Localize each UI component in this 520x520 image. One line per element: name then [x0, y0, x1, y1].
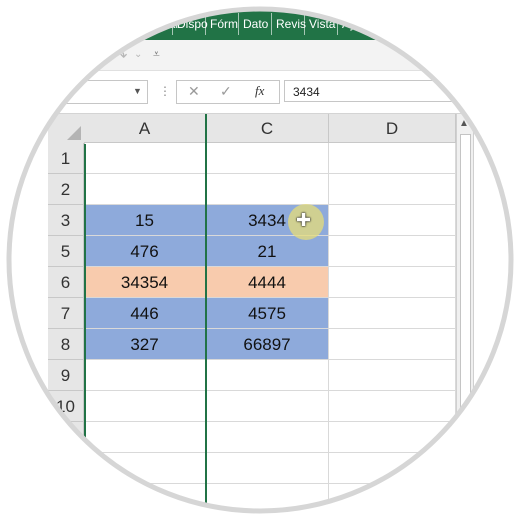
- cell-empty[interactable]: [206, 484, 329, 515]
- cell-a8[interactable]: 327: [84, 329, 206, 360]
- splitter-handle-icon[interactable]: ⋮: [159, 84, 171, 98]
- chevron-down-icon[interactable]: ▼: [133, 86, 142, 96]
- vertical-scrollbar[interactable]: ▲: [456, 114, 474, 444]
- cancel-icon[interactable]: ✕: [188, 83, 200, 100]
- column-header-a[interactable]: A: [84, 114, 206, 143]
- cell-a6[interactable]: 34354: [84, 267, 206, 298]
- column-header-c[interactable]: C: [206, 114, 329, 143]
- row-header[interactable]: [48, 484, 84, 515]
- cell-empty[interactable]: [84, 484, 206, 515]
- cell-d1[interactable]: [329, 143, 456, 174]
- row-header[interactable]: 2: [48, 174, 84, 205]
- row-header[interactable]: 1: [48, 143, 84, 174]
- cell-a10[interactable]: [84, 391, 206, 422]
- cell-c2[interactable]: [206, 174, 329, 205]
- scroll-thumb[interactable]: [460, 134, 471, 436]
- cell-c5[interactable]: 21: [206, 236, 329, 267]
- worksheet-grid: A C D 1 2 3 15 3434 5 476 21 6 34354 444…: [0, 114, 520, 520]
- tab-ayuda[interactable]: Ayu: [338, 13, 374, 35]
- cell-a3[interactable]: 15: [84, 205, 206, 236]
- cell-a9[interactable]: [84, 360, 206, 391]
- cell-c9[interactable]: [206, 360, 329, 391]
- quick-access-toolbar: ↷ ⌄ ⩡: [0, 40, 520, 71]
- cell-c7[interactable]: 4575: [206, 298, 329, 329]
- row-header[interactable]: 3: [48, 205, 84, 236]
- cell-d6[interactable]: [329, 267, 456, 298]
- select-all-button[interactable]: [48, 114, 85, 144]
- cell-c10[interactable]: [206, 391, 329, 422]
- row-header[interactable]: 5: [48, 236, 84, 267]
- hidden-column-divider: [205, 114, 207, 520]
- excel-window: nsertar Dispo Fórm Dato Revis Vista Ayu …: [0, 0, 520, 520]
- cell-a1[interactable]: [84, 143, 206, 174]
- cell-d5[interactable]: [329, 236, 456, 267]
- cell-c1[interactable]: [206, 143, 329, 174]
- cell-empty[interactable]: [84, 422, 206, 453]
- cell-d3[interactable]: [329, 205, 456, 236]
- cell-a5[interactable]: 476: [84, 236, 206, 267]
- row-header[interactable]: [48, 453, 84, 484]
- formula-bar: ▼ ⋮ ✕ ✓ fx 3434: [0, 71, 520, 114]
- cell-empty[interactable]: [206, 453, 329, 484]
- row-header[interactable]: 9: [48, 360, 84, 391]
- cell-a2[interactable]: [84, 174, 206, 205]
- cell-d9[interactable]: [329, 360, 456, 391]
- check-icon[interactable]: ✓: [220, 83, 232, 100]
- cell-d10[interactable]: [329, 391, 456, 422]
- hidden-column-divider: [84, 144, 86, 444]
- cell-empty[interactable]: [329, 484, 456, 515]
- cell-c8[interactable]: 66897: [206, 329, 329, 360]
- name-box[interactable]: [40, 80, 148, 104]
- chevron-down-icon[interactable]: ⌄: [134, 49, 142, 60]
- select-all-triangle-icon: [67, 126, 81, 140]
- cell-empty[interactable]: [329, 453, 456, 484]
- column-header-d[interactable]: D: [329, 114, 456, 143]
- row-header[interactable]: 8: [48, 329, 84, 360]
- row-header[interactable]: 10: [48, 391, 84, 422]
- row-header[interactable]: 7: [48, 298, 84, 329]
- cell-d8[interactable]: [329, 329, 456, 360]
- cell-d2[interactable]: [329, 174, 456, 205]
- cell-empty[interactable]: [206, 422, 329, 453]
- cell-cursor-icon: ✚: [296, 210, 312, 230]
- row-header[interactable]: [48, 422, 84, 453]
- scroll-up-icon[interactable]: ▲: [459, 118, 469, 129]
- row-header[interactable]: 6: [48, 267, 84, 298]
- customize-toolbar-icon[interactable]: ⩡: [153, 47, 160, 62]
- cell-c6[interactable]: 4444: [206, 267, 329, 298]
- cell-empty[interactable]: [329, 422, 456, 453]
- cell-a7[interactable]: 446: [84, 298, 206, 329]
- ribbon-tab-bar: nsertar Dispo Fórm Dato Revis Vista Ayu: [0, 0, 520, 40]
- redo-icon[interactable]: ↷: [114, 46, 127, 66]
- cell-d7[interactable]: [329, 298, 456, 329]
- insert-function-icon[interactable]: fx: [255, 83, 264, 99]
- cell-empty[interactable]: [84, 453, 206, 484]
- formula-input[interactable]: 3434: [284, 80, 520, 102]
